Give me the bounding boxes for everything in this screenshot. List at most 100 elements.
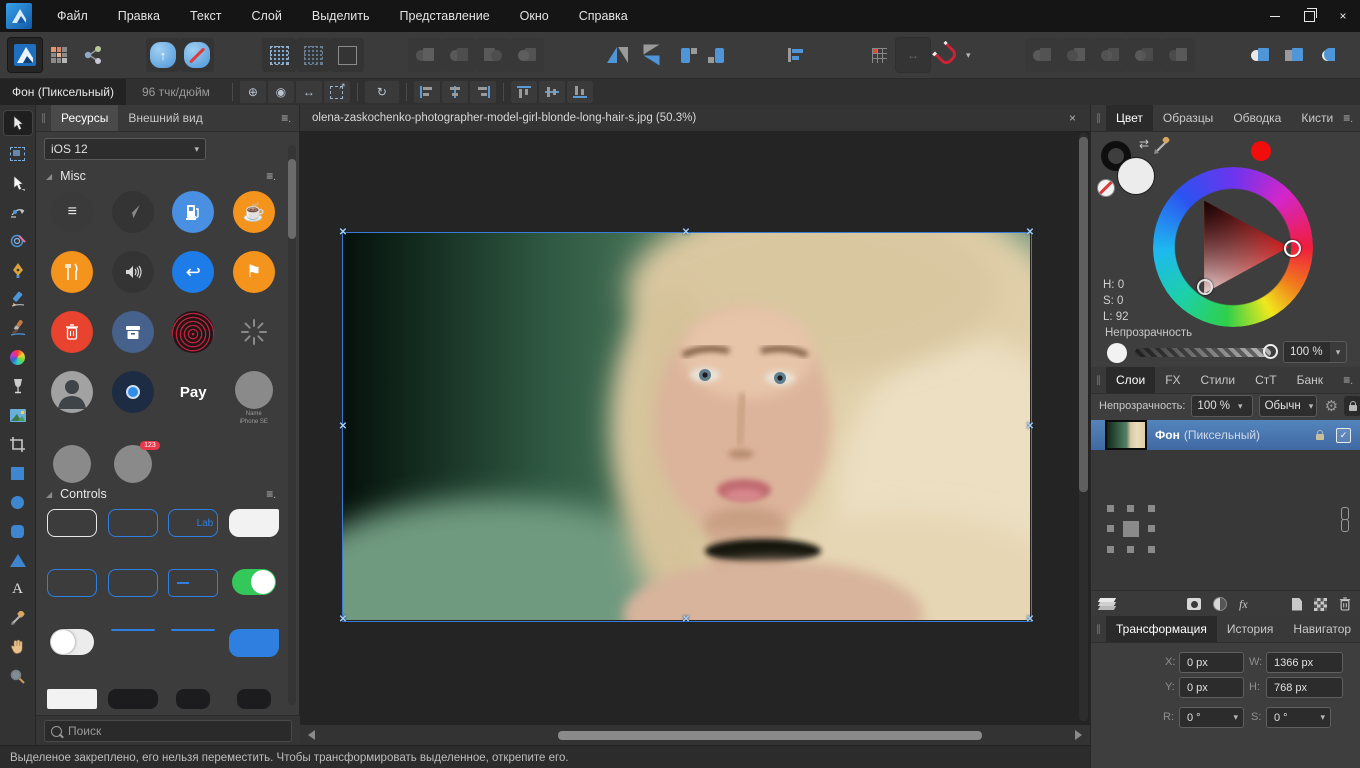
align-middle-button[interactable] [539, 81, 565, 103]
section-menu-button[interactable]: ≡. [266, 487, 284, 501]
restore-button[interactable] [1292, 0, 1326, 32]
w-field[interactable]: 1366 px [1266, 652, 1343, 673]
flip-horizontal-button[interactable] [600, 38, 634, 72]
asset-activity-spinner[interactable] [233, 311, 275, 353]
x-field[interactable]: 0 px [1179, 652, 1244, 673]
horizontal-scroll-thumb[interactable] [558, 731, 982, 740]
control-button-white[interactable] [47, 509, 97, 537]
selection-handle-bl[interactable]: ✕ [339, 614, 347, 625]
asset-restaurant[interactable] [51, 251, 93, 293]
selection-handle-tr[interactable]: ✕ [1026, 227, 1034, 238]
text-tool[interactable]: A [4, 579, 32, 599]
anchor-point-selector[interactable] [1107, 505, 1155, 553]
place-image-tool[interactable] [4, 405, 32, 425]
control-toggle-on[interactable] [232, 569, 276, 595]
s-select[interactable]: 0 °▾ [1266, 707, 1331, 728]
layers-opacity-select[interactable]: 100 %▾ [1191, 395, 1252, 417]
align-bottom-button[interactable] [567, 81, 593, 103]
adjustment-layer-icon[interactable] [1213, 597, 1227, 611]
vertical-scrollbar[interactable] [1079, 133, 1088, 721]
document-tab-title[interactable]: olena-zaskochenko-photographer-model-gir… [300, 112, 696, 124]
opacity-slider[interactable] [1135, 348, 1271, 357]
control-keyboard[interactable] [47, 689, 97, 709]
fill-tool[interactable] [4, 347, 32, 367]
corner-tool[interactable] [4, 231, 32, 251]
assets-scrollbar[interactable] [288, 145, 296, 705]
photo-layer[interactable] [343, 233, 1030, 620]
snapping-caret-icon[interactable]: ▾ [966, 50, 971, 61]
flip-vertical-button[interactable] [634, 38, 668, 72]
cycle-selection-button[interactable]: ⊕ [240, 81, 266, 103]
tab-stroke[interactable]: Обводка [1223, 105, 1291, 131]
blend-mode-select[interactable]: Обычн▾ [1259, 395, 1317, 417]
selection-handle-br[interactable]: ✕ [1026, 614, 1034, 625]
menu-text[interactable]: Текст [175, 0, 236, 32]
scroll-left-icon[interactable] [308, 730, 315, 740]
layer-thumbnail[interactable] [1105, 420, 1147, 450]
tab-text-styles[interactable]: СтТ [1245, 367, 1287, 393]
selection-handle-mr[interactable]: ✕ [1026, 421, 1034, 432]
guides-button[interactable] [330, 38, 364, 72]
control-button-blue3[interactable] [108, 569, 158, 597]
margins-button[interactable] [262, 38, 296, 72]
tab-appearance[interactable]: Внешний вид [118, 105, 212, 131]
panel-menu-button[interactable]: ≡. [1343, 111, 1360, 125]
control-dark-button3[interactable] [237, 689, 271, 709]
selection-handle-tm[interactable]: ✕ [682, 227, 690, 238]
lock-layer-button[interactable] [1344, 396, 1360, 416]
color-wheel[interactable] [1153, 167, 1313, 327]
selection-handle-tl[interactable]: ✕ [339, 227, 347, 238]
ellipse-tool[interactable] [4, 492, 32, 512]
tab-fx[interactable]: FX [1155, 367, 1190, 393]
fx-icon[interactable]: fx [1239, 597, 1248, 612]
vertical-scroll-thumb[interactable] [1079, 137, 1088, 492]
selection-handle-ml[interactable]: ✕ [339, 421, 347, 432]
geometry-op1-button[interactable] [1243, 38, 1277, 72]
opacity-value-field[interactable]: 100 % [1283, 341, 1337, 363]
minimize-button[interactable] [1258, 0, 1292, 32]
control-dark-button1[interactable] [108, 689, 158, 709]
search-input[interactable] [66, 723, 270, 739]
control-separator-line[interactable] [111, 629, 155, 631]
asset-trash[interactable] [51, 311, 93, 353]
menu-edit[interactable]: Правка [103, 0, 175, 32]
point-transform-tool[interactable] [4, 202, 32, 222]
align-top-button[interactable] [511, 81, 537, 103]
export-persona-button[interactable] [76, 38, 110, 72]
layer-lock-icon[interactable] [1316, 430, 1324, 440]
document-close-icon[interactable]: × [1069, 111, 1076, 125]
r-select[interactable]: 0 °▾ [1179, 707, 1244, 728]
align-right-button[interactable] [470, 81, 496, 103]
align-left-button[interactable] [414, 81, 440, 103]
new-pixel-layer-icon[interactable] [1314, 598, 1327, 611]
triangle-tool[interactable] [4, 550, 32, 570]
control-popover-blue[interactable] [229, 629, 279, 657]
asset-device-se[interactable]: Name iPhone SE [235, 371, 273, 427]
color-picker-tool[interactable] [4, 608, 32, 628]
vector-crop-tool[interactable] [4, 434, 32, 454]
asset-speaker[interactable] [112, 251, 154, 293]
rounded-rectangle-tool[interactable] [4, 521, 32, 541]
tab-layers[interactable]: Слои [1106, 367, 1155, 393]
panel-menu-button[interactable]: ≡. [1343, 373, 1360, 387]
opacity-swatch[interactable] [1107, 343, 1127, 363]
artboard-tool[interactable] [4, 144, 32, 164]
snapping-button[interactable] [930, 38, 964, 72]
tab-brushes[interactable]: Кисти [1291, 105, 1343, 131]
vector-brush-tool[interactable] [4, 318, 32, 338]
menu-file[interactable]: Файл [42, 0, 103, 32]
asset-coffee[interactable]: ☕ [233, 191, 275, 233]
menu-select[interactable]: Выделить [297, 0, 385, 32]
transparency-tool[interactable] [4, 376, 32, 396]
pen-tool[interactable] [4, 260, 32, 280]
tab-transform[interactable]: Трансформация [1106, 616, 1217, 642]
control-popover-white[interactable] [229, 509, 279, 537]
asset-apple-pay[interactable]: Pay [172, 371, 214, 413]
tab-navigator[interactable]: Навигатор [1283, 616, 1360, 642]
panel-menu-button[interactable]: ≡. [281, 111, 299, 125]
close-button[interactable]: × [1326, 0, 1360, 32]
asset-list[interactable]: ≡ [51, 191, 93, 233]
layer-visibility-checkbox[interactable]: ✓ [1336, 428, 1351, 443]
control-button-label[interactable]: Lab [168, 509, 218, 537]
y-field[interactable]: 0 px [1179, 677, 1244, 698]
